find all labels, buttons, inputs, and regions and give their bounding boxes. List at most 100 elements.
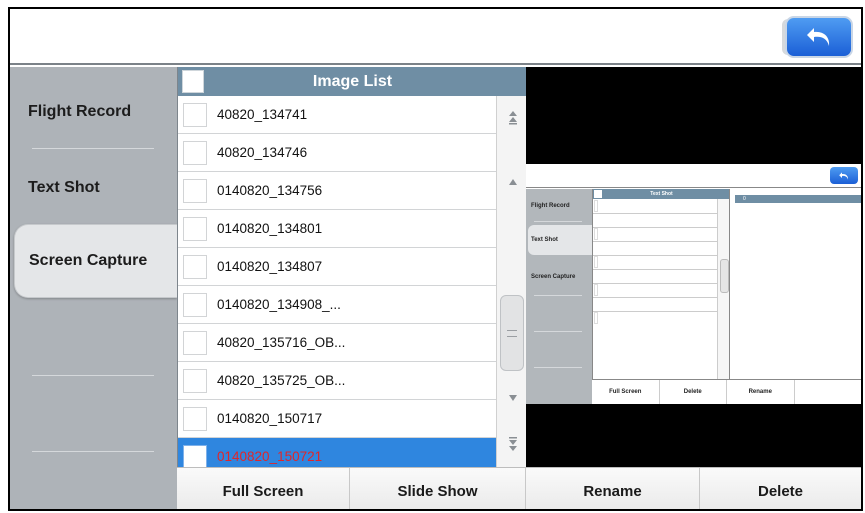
sidebar-divider	[32, 148, 154, 149]
list-item[interactable]: 40820_134741	[178, 96, 496, 134]
undo-arrow-icon	[839, 171, 849, 180]
list-item[interactable]: 0140820_134756	[178, 172, 496, 210]
row-checkbox[interactable]	[183, 330, 207, 355]
preview-bottom-bar: Full Screen Delete Rename	[592, 379, 861, 404]
preview-row-checkbox	[594, 284, 598, 296]
image-list: Image List 40820_134741 40820_134746 014…	[177, 67, 527, 476]
preview-list-title: Text Shot	[650, 191, 673, 197]
scroll-thumb[interactable]	[500, 295, 524, 371]
preview-row-line	[593, 311, 717, 312]
delete-button[interactable]: Delete	[700, 468, 861, 509]
preview-divider	[534, 221, 582, 222]
row-checkbox[interactable]	[183, 140, 207, 165]
list-item[interactable]: 40820_135716_OB...	[178, 324, 496, 362]
select-all-checkbox[interactable]	[182, 70, 204, 93]
preview-delete-label: Delete	[660, 380, 727, 404]
sidebar-item-flight-record[interactable]: Flight Record	[10, 77, 177, 147]
undo-arrow-icon	[807, 28, 830, 46]
preview-row-line	[593, 241, 717, 242]
preview-divider	[534, 295, 582, 296]
row-checkbox[interactable]	[183, 406, 207, 431]
list-item[interactable]: 0140820_134801	[178, 210, 496, 248]
list-item[interactable]: 40820_135725_OB...	[178, 362, 496, 400]
scroll-bottom-button[interactable]	[497, 424, 528, 464]
row-checkbox[interactable]	[183, 292, 207, 317]
list-rows: 40820_134741 40820_134746 0140820_134756…	[178, 96, 496, 476]
sidebar-item-text-shot[interactable]: Text Shot	[10, 153, 177, 223]
preview-row-line	[593, 269, 717, 270]
preview-divider	[534, 367, 582, 368]
file-name: 40820_135716_OB...	[217, 335, 346, 350]
slide-show-label: Slide Show	[397, 482, 478, 500]
image-preview: Flight Record Text Shot Screen Capture T…	[526, 67, 861, 467]
delete-label: Delete	[757, 482, 804, 500]
preview-row-line	[593, 227, 717, 228]
list-title: Image List	[312, 72, 393, 90]
rename-label: Rename	[583, 482, 642, 500]
preview-detail-bar: 0	[735, 195, 861, 203]
preview-row-line	[593, 297, 717, 298]
preview-list: Text Shot	[592, 189, 730, 379]
preview-row-checkbox	[594, 312, 598, 324]
file-name: 0140820_134908_...	[217, 297, 341, 312]
row-checkbox[interactable]	[183, 368, 207, 393]
file-name: 0140820_134801	[217, 221, 323, 236]
full-screen-label: Full Screen	[222, 482, 304, 500]
scroll-up-button[interactable]	[497, 162, 528, 202]
file-name: 0140820_134807	[217, 259, 323, 274]
row-checkbox[interactable]	[183, 102, 207, 127]
list-item[interactable]: 0140820_134908_...	[178, 286, 496, 324]
scroll-down-button[interactable]	[497, 378, 528, 418]
list-header: Image List	[178, 67, 527, 96]
preview-row-checkbox	[594, 256, 598, 268]
preview-row-line	[593, 213, 717, 214]
sidebar-divider	[32, 451, 154, 452]
preview-row-line	[593, 283, 717, 284]
bottom-toolbar: Full Screen Slide Show Rename Delete	[177, 467, 861, 509]
preview-sidebar-label: Flight Record	[531, 203, 570, 209]
preview-sidebar-label: Text Shot	[531, 237, 558, 243]
slide-show-button[interactable]: Slide Show	[350, 468, 526, 509]
list-item[interactable]: 0140820_150717	[178, 400, 496, 438]
sidebar-divider	[32, 375, 154, 376]
sidebar: Flight Record Text Shot Screen Capture	[10, 67, 177, 509]
rename-button[interactable]: Rename	[526, 468, 700, 509]
double-down-arrow-icon	[508, 437, 517, 451]
preview-row-line	[593, 255, 717, 256]
file-name: 40820_134741	[217, 107, 308, 122]
top-bar	[10, 9, 861, 65]
app-window: Flight Record Text Shot Screen Capture I…	[8, 7, 863, 511]
back-button[interactable]	[785, 16, 853, 58]
preview-screenshot: Flight Record Text Shot Screen Capture T…	[526, 164, 861, 404]
list-item[interactable]: 0140820_134807	[178, 248, 496, 286]
preview-full-screen-label: Full Screen	[592, 380, 660, 404]
list-item[interactable]: 40820_134746	[178, 134, 496, 172]
sidebar-item-label: Flight Record	[28, 103, 132, 120]
sidebar-item-label: Screen Capture	[29, 252, 148, 269]
preview-rename-label: Rename	[727, 380, 795, 404]
preview-sidebar-label: Screen Capture	[531, 274, 576, 280]
preview-detail-pane: 0	[729, 189, 861, 379]
row-checkbox[interactable]	[183, 444, 207, 469]
preview-row-checkbox	[594, 200, 598, 212]
up-arrow-icon	[508, 179, 517, 185]
sidebar-item-screen-capture[interactable]: Screen Capture	[14, 224, 177, 298]
file-name: 0140820_150717	[217, 411, 323, 426]
preview-empty-slot	[795, 380, 862, 404]
file-name: 40820_135725_OB...	[217, 373, 346, 388]
preview-row-checkbox	[594, 228, 598, 240]
full-screen-button[interactable]: Full Screen	[177, 468, 350, 509]
sidebar-item-label: Text Shot	[28, 179, 100, 196]
row-checkbox[interactable]	[183, 178, 207, 203]
row-checkbox[interactable]	[183, 216, 207, 241]
preview-list-header: Text Shot	[593, 189, 730, 199]
preview-topbar	[526, 164, 861, 188]
down-arrow-icon	[508, 395, 517, 401]
file-name: 0140820_134756	[217, 183, 323, 198]
preview-sidebar: Flight Record Text Shot Screen Capture	[526, 189, 592, 404]
preview-divider	[534, 331, 582, 332]
scroll-top-button[interactable]	[497, 98, 528, 138]
list-scrollbar[interactable]	[496, 96, 527, 467]
row-checkbox[interactable]	[183, 254, 207, 279]
preview-back-button	[830, 167, 858, 184]
